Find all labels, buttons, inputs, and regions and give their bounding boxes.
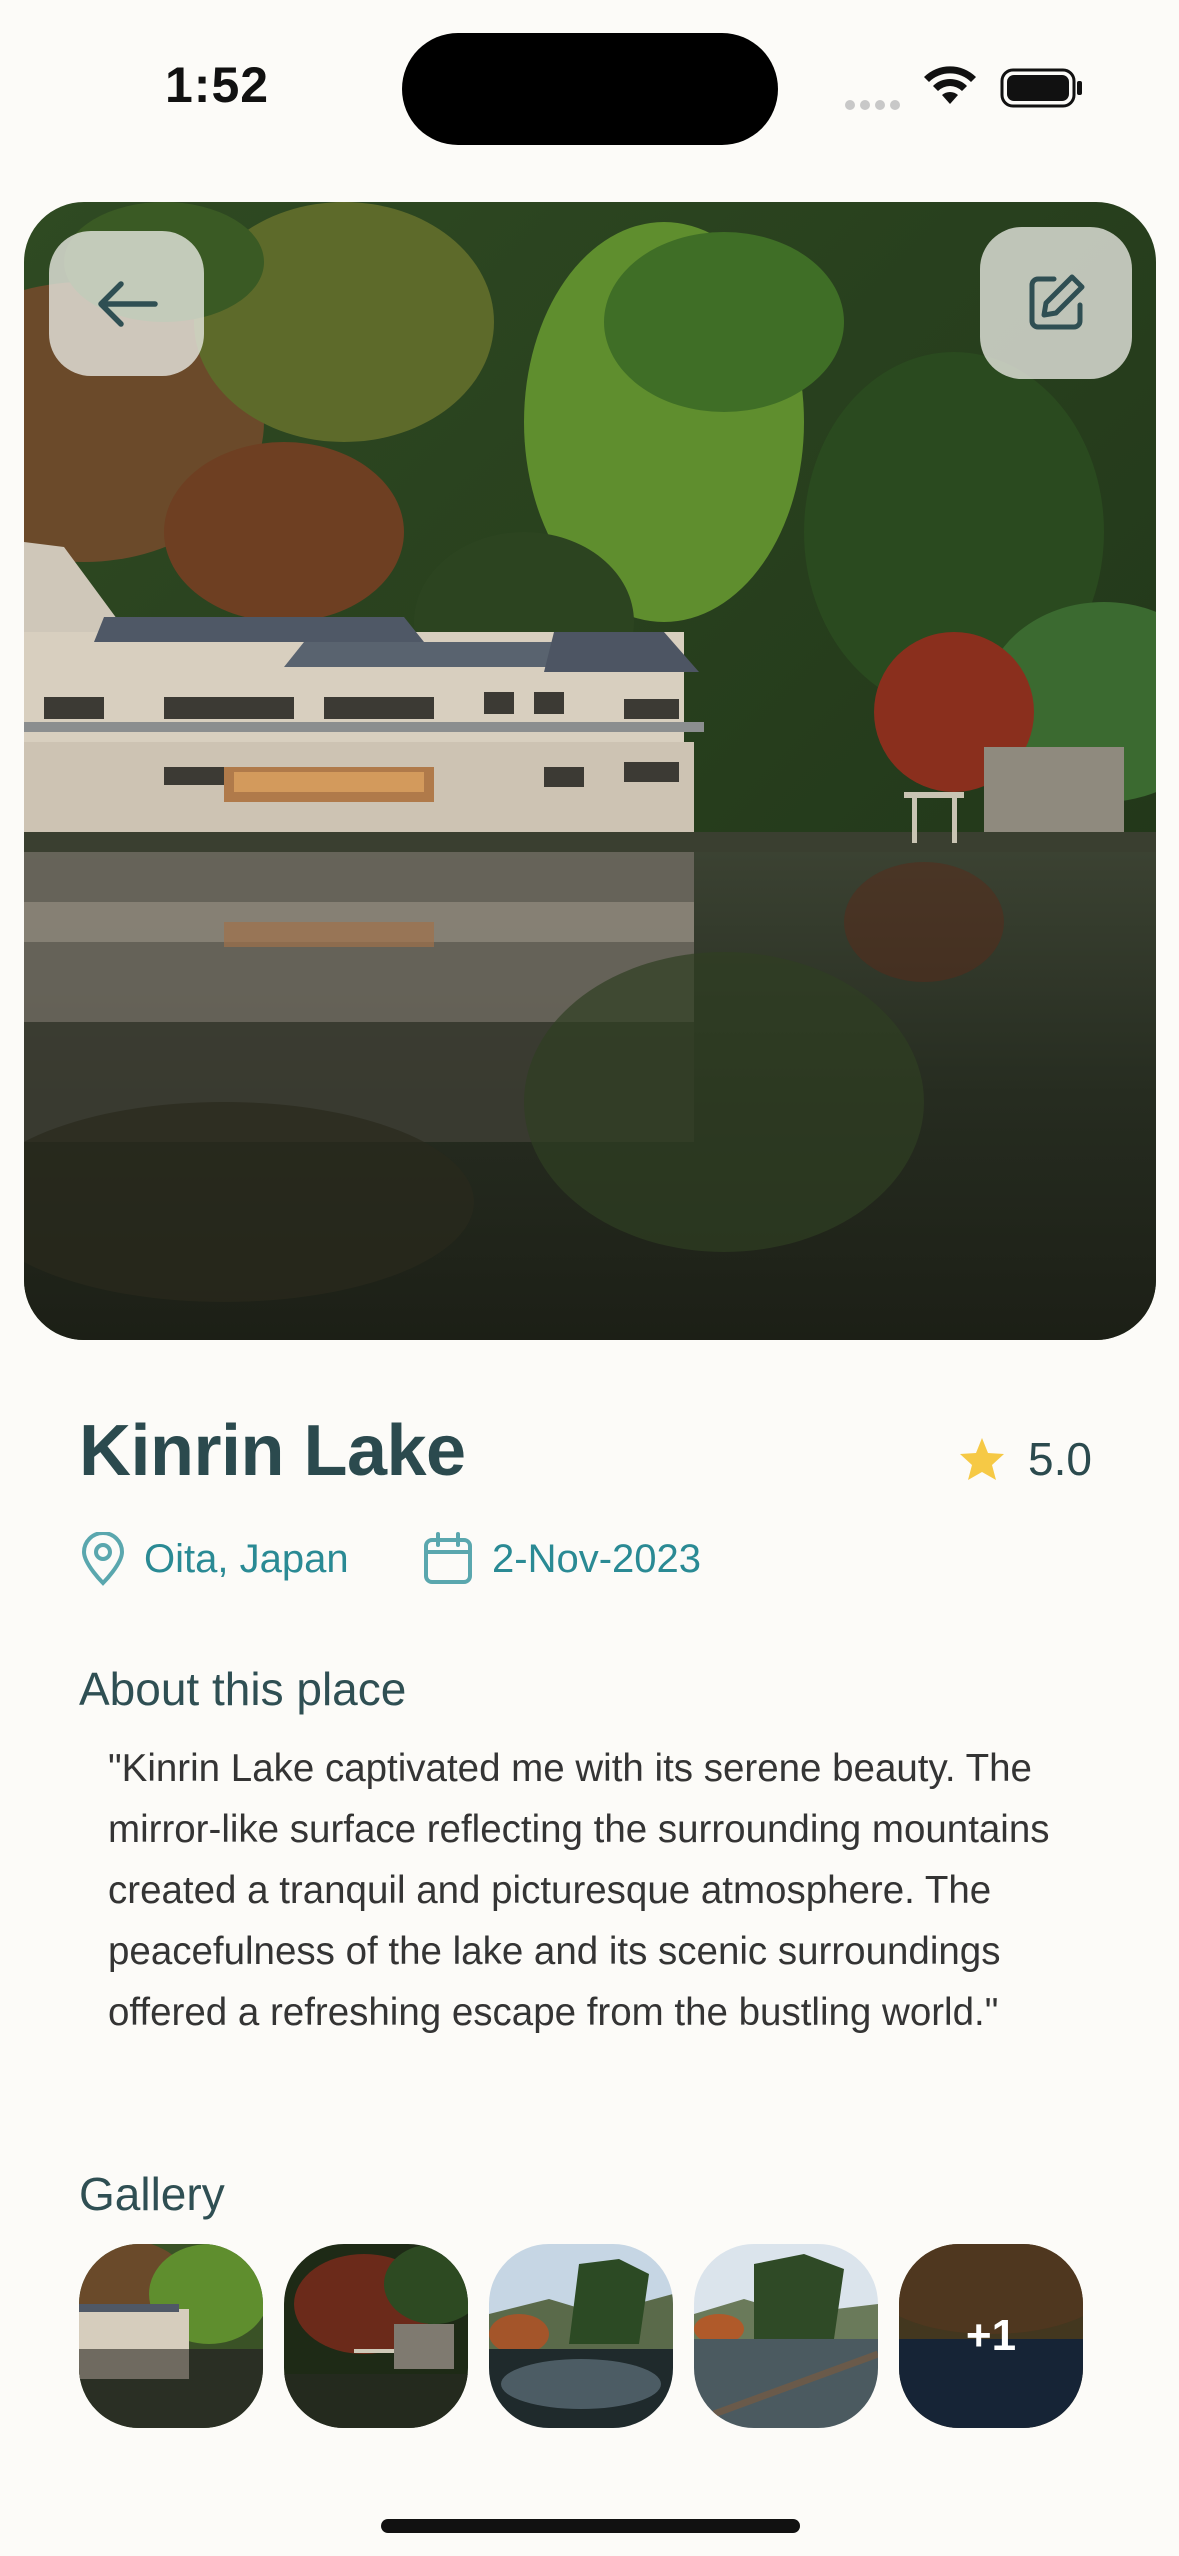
location-label: Oita, Japan: [144, 1536, 349, 1581]
dynamic-island: [402, 33, 778, 145]
gallery-more-count: +1: [965, 2311, 1017, 2360]
back-arrow-icon: [97, 280, 158, 327]
rating: 5.0: [958, 1432, 1092, 1486]
hero-photo: [24, 202, 1156, 1340]
date-label: 2-Nov-2023: [492, 1536, 702, 1581]
gallery-photo[interactable]: [284, 2244, 468, 2428]
gallery-photo[interactable]: [489, 2244, 673, 2428]
gallery-photo-more[interactable]: +1: [899, 2244, 1083, 2428]
location-pin-icon: [81, 1532, 125, 1586]
back-button[interactable]: [49, 231, 204, 376]
date: 2-Nov-2023: [422, 1532, 701, 1586]
cellular-signal-icon: [845, 95, 905, 114]
place-title: Kinrin Lake: [79, 1411, 466, 1491]
rating-value: 5.0: [1028, 1433, 1092, 1485]
gallery-photo[interactable]: [694, 2244, 878, 2428]
edit-icon: [1029, 274, 1085, 330]
edit-button[interactable]: [980, 227, 1132, 379]
gallery-photo[interactable]: [79, 2244, 263, 2428]
location: Oita, Japan: [80, 1532, 349, 1586]
gallery-heading: Gallery: [79, 2168, 225, 2220]
star-icon: [960, 1438, 1004, 1480]
calendar-icon: [424, 1532, 472, 1584]
home-indicator: [381, 2519, 800, 2533]
about-text: "Kinrin Lake captivated me with its sere…: [108, 1747, 1050, 2034]
battery-icon: [1000, 68, 1084, 112]
wifi-icon: [922, 64, 978, 110]
status-time: 1:52: [165, 57, 270, 113]
about-heading: About this place: [79, 1663, 407, 1715]
gallery: +1: [79, 2244, 1083, 2428]
